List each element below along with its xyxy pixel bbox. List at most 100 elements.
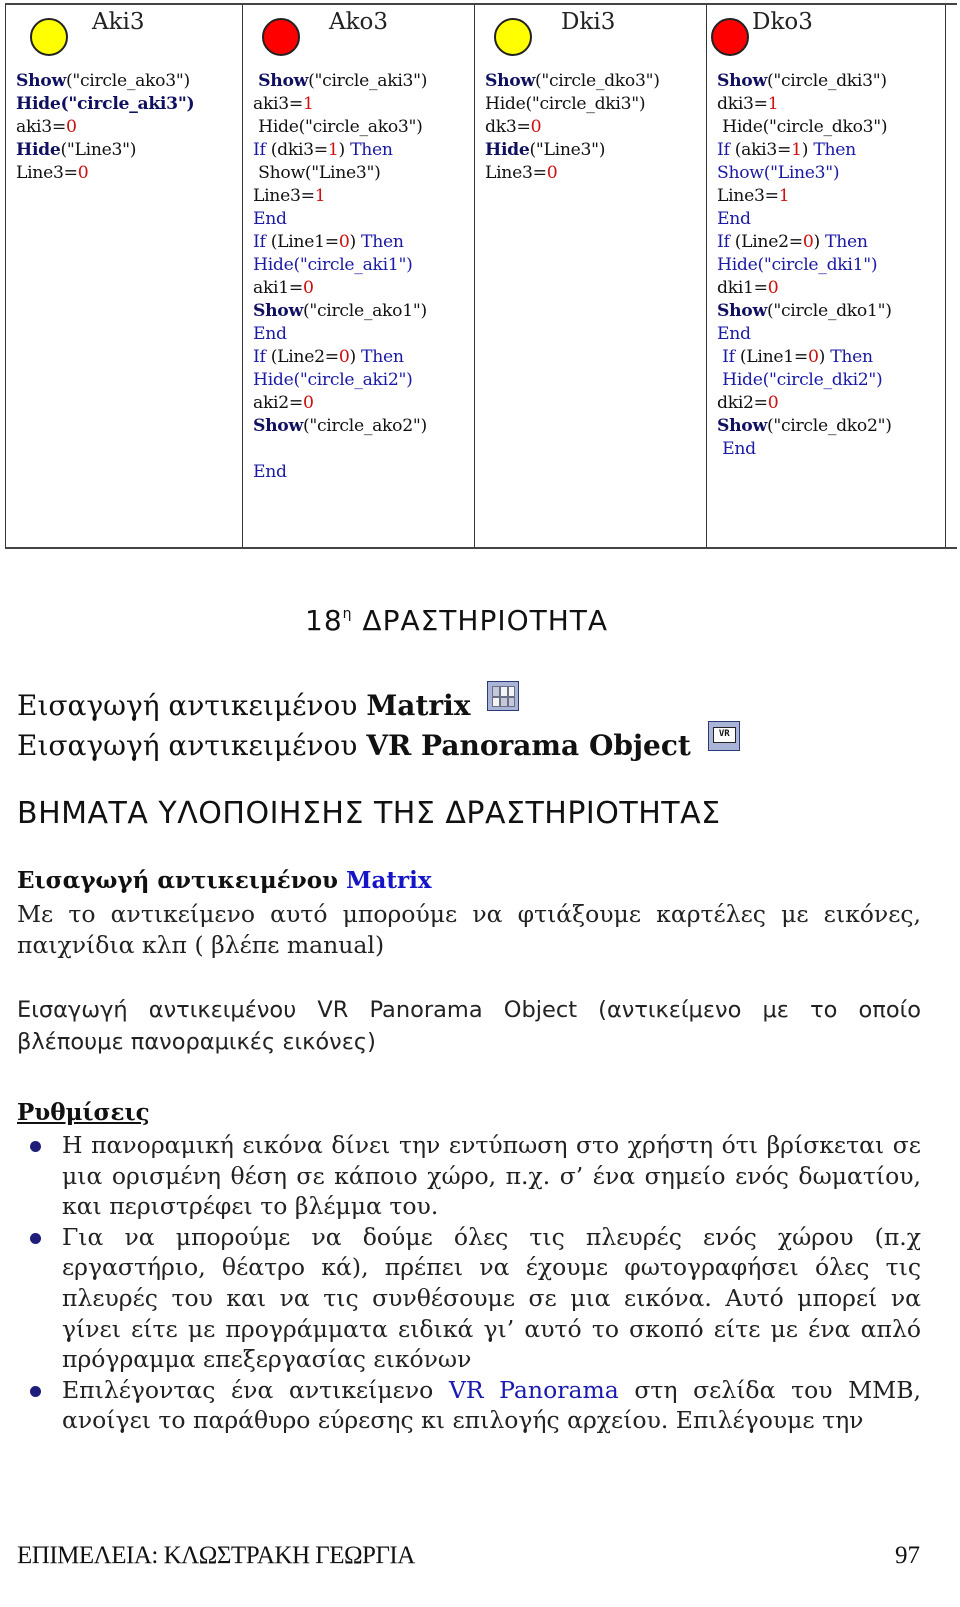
code-token: ) xyxy=(349,347,362,367)
code-line: Line3=0 xyxy=(16,162,194,185)
heading-object: Matrix xyxy=(346,867,432,894)
code-token: ("circle_aki3") xyxy=(308,71,428,91)
column-title: Dko3 xyxy=(752,9,813,35)
code-token: If xyxy=(717,347,740,367)
column-title: Aki3 xyxy=(92,9,145,35)
code-token: Then xyxy=(361,232,404,252)
code-token: ) xyxy=(818,347,831,367)
code-line: If (Line2=0) Then xyxy=(717,231,892,254)
column-title: Ako3 xyxy=(329,9,389,35)
code-token: 0 xyxy=(66,117,77,137)
activity-heading: 18η ΔΡΑΣΤΗΡΙΟΤΗΤΑ xyxy=(305,604,608,637)
code-token: Line3= xyxy=(485,163,547,183)
list-item: Η πανοραμική εικόνα δίνει την εντύπωση σ… xyxy=(17,1130,921,1222)
code-token: 0 xyxy=(77,163,89,183)
code-token: Show xyxy=(717,301,767,321)
code-token: Hide("circle_aki2") xyxy=(253,370,413,390)
code-token: Hide("circle_dki3") xyxy=(485,94,646,114)
code-token: dki2= xyxy=(717,393,768,413)
matrix-section-heading: Εισαγωγή αντικειμένου Matrix xyxy=(17,867,432,894)
code-line: Show("circle_dko2") xyxy=(717,415,892,438)
code-token: ) xyxy=(801,140,814,160)
table-column-ako3: Ako3 Show("circle_aki3") aki3=1 Hide("cir… xyxy=(242,5,474,547)
code-line: Show("circle_ako2") xyxy=(253,415,427,438)
code-token: Show xyxy=(258,71,309,91)
code-token: 0 xyxy=(303,278,314,298)
code-token: ("Line3") xyxy=(529,140,606,160)
code-line: Hide("circle_dki3") xyxy=(485,93,660,116)
bullet-text: Για να μπορούμε να δούμε όλες τις πλευρέ… xyxy=(62,1222,921,1374)
code-line: Hide("circle_aki2") xyxy=(253,369,427,392)
code-token: Then xyxy=(830,347,873,367)
code-line: Hide("circle_aki1") xyxy=(253,254,427,277)
code-token: Show("Line3") xyxy=(253,163,381,183)
activity-title: ΔΡΑΣΤΗΡΙΟΤΗΤΑ xyxy=(362,604,609,637)
code-token: aki3= xyxy=(16,117,66,137)
code-line: Hide("circle_ako3") xyxy=(253,116,427,139)
code-line: aki3=0 xyxy=(16,116,194,139)
list-item: Για να μπορούμε να δούμε όλες τις πλευρέ… xyxy=(17,1222,921,1375)
code-token: Hide("circle_dko3") xyxy=(717,117,888,137)
matrix-description: Με το αντικείμενο αυτό μπορούμε να φτιάξ… xyxy=(17,900,921,959)
circle-ako3-icon xyxy=(262,18,300,56)
code-line: If (Line1=0) Then xyxy=(253,231,427,254)
code-line: Show("Line3") xyxy=(253,162,427,185)
code-token: 0 xyxy=(767,278,779,298)
code-token: 0 xyxy=(530,117,542,137)
bullet-highlight: VR Panorama xyxy=(448,1375,619,1404)
code-token: End xyxy=(253,209,287,229)
code-token: (aki3= xyxy=(734,140,792,160)
code-token: If xyxy=(253,232,271,252)
insert-vr-line: Εισαγωγή αντικειμένου VR Panorama Object… xyxy=(17,721,740,762)
code-token: aki2= xyxy=(253,393,303,413)
code-token: Show xyxy=(253,301,303,321)
code-token: Line3= xyxy=(16,163,78,183)
code-block: Show("circle_aki3") aki3=1 Hide("circle_a… xyxy=(253,70,427,484)
code-line: Show("circle_dki3") xyxy=(717,70,892,93)
code-line: End xyxy=(717,323,892,346)
circle-aki3-icon xyxy=(30,18,68,56)
code-token: Show("Line3") xyxy=(717,163,840,183)
code-line: End xyxy=(253,461,427,484)
code-token: 1 xyxy=(778,186,790,206)
vr-section-text: Εισαγωγή αντικειμένου VR Panorama Object… xyxy=(17,997,921,1055)
code-token: (Line2= xyxy=(734,232,803,252)
code-line: dk3=0 xyxy=(485,116,660,139)
code-line: aki2=0 xyxy=(253,392,427,415)
table-column-dko3: Dko3 Show("circle_dki3") dki3=1 Hide("cir… xyxy=(706,5,946,547)
code-token: ("circle_ako1") xyxy=(302,301,427,321)
code-token: 1 xyxy=(314,186,326,206)
bullet-text: Η πανοραμική εικόνα δίνει την εντύπωση σ… xyxy=(62,1131,921,1221)
insert-object-name: VR Panorama Object xyxy=(366,729,691,762)
code-token: Hide("circle_aki3") xyxy=(16,94,195,114)
page-number: 97 xyxy=(895,1542,920,1569)
code-line: Show("circle_aki3") xyxy=(253,70,427,93)
code-token: End xyxy=(717,209,751,229)
activity-number: 18 xyxy=(305,604,343,637)
insert-matrix-line: Εισαγωγή αντικειμένου Matrix xyxy=(17,681,520,722)
code-token: End xyxy=(717,324,751,344)
code-line: If (Line2=0) Then xyxy=(253,346,427,369)
code-token: Show xyxy=(253,416,303,436)
code-token: 0 xyxy=(802,232,814,252)
insert-prefix: Εισαγωγή αντικειμένου xyxy=(17,689,367,722)
code-token: ("circle_ako2") xyxy=(302,416,427,436)
code-token: Then xyxy=(825,232,868,252)
code-token: Then xyxy=(813,140,856,160)
list-item: Επιλέγοντας ένα αντικείμενο VR Panorama … xyxy=(17,1375,921,1436)
code-token: ("circle_dki3") xyxy=(766,71,887,91)
code-token: 0 xyxy=(303,393,314,413)
code-line: dki2=0 xyxy=(717,392,892,415)
code-line: Hide("circle_dki1") xyxy=(717,254,892,277)
code-token: ) xyxy=(349,232,362,252)
circle-dko3-icon xyxy=(711,18,749,56)
code-token: dki3= xyxy=(717,94,768,114)
code-line: dki3=1 xyxy=(717,93,892,116)
code-table: Aki3 Show("circle_ako3") Hide("circle_aki… xyxy=(5,3,957,549)
code-token: Hide xyxy=(16,140,61,160)
code-token: dki1= xyxy=(717,278,768,298)
code-token: (Line1= xyxy=(270,232,339,252)
code-line: End xyxy=(717,208,892,231)
code-token: If xyxy=(253,347,271,367)
